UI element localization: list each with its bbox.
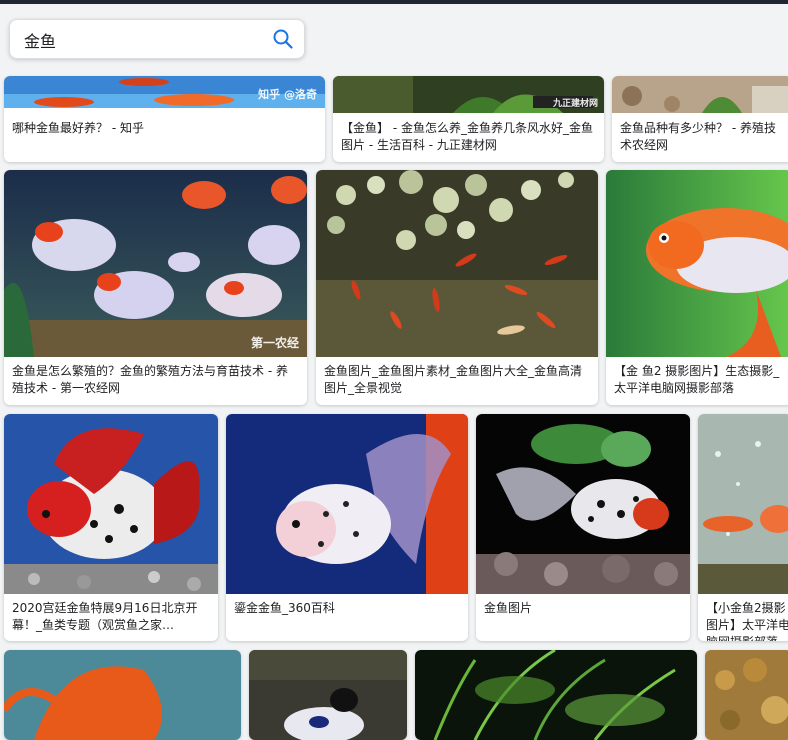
result-card[interactable]: 【金 鱼2 摄影图片】生态摄影_太平洋电脑网摄影部落	[606, 170, 788, 405]
result-thumbnail	[4, 414, 218, 594]
result-thumbnail	[249, 650, 407, 740]
search-input[interactable]	[22, 28, 266, 52]
result-card[interactable]: 第一农经 金鱼是怎么繁殖的？金鱼的繁殖方法与育苗技术 - 养殖技术 - 第一农经…	[4, 170, 307, 405]
result-card[interactable]: 金鱼图片_金鱼图片素材_金鱼图片大全_金鱼高清图片_全景视觉	[316, 170, 598, 405]
result-thumbnail	[606, 170, 788, 357]
result-card[interactable]: 金鱼品种有多少种？ - 养殖技术农经网	[612, 76, 788, 162]
result-thumbnail	[698, 414, 788, 594]
result-card[interactable]	[4, 650, 241, 740]
result-caption: 金鱼图片	[484, 601, 533, 615]
result-thumbnail	[612, 76, 788, 113]
result-caption: 2020宫廷金鱼特展9月16日北京开幕！_鱼类专题（观赏鱼之家…	[12, 601, 198, 632]
search-box[interactable]	[9, 19, 305, 59]
search-icon[interactable]	[272, 28, 294, 50]
result-thumbnail: 第一农经	[4, 170, 307, 357]
result-caption: 【金 鱼2 摄影图片】生态摄影_太平洋电脑网摄影部落	[614, 364, 780, 395]
result-card[interactable]: 【小金鱼2摄影图片】太平洋电脑网摄影部落	[698, 414, 788, 641]
result-thumbnail	[705, 650, 788, 740]
result-thumbnail: 知乎 @洛奇	[4, 76, 325, 108]
result-caption: 【小金鱼2摄影图片】太平洋电脑网摄影部落	[706, 601, 788, 641]
result-caption: 哪种金鱼最好养？ - 知乎	[12, 121, 144, 135]
result-caption: 【金鱼】 - 金鱼怎么养_金鱼养几条风水好_金鱼图片 - 生活百科 - 九正建材…	[341, 121, 593, 152]
result-thumbnail	[476, 414, 690, 594]
result-thumbnail: 九正建材网	[333, 76, 604, 113]
result-caption: 鎏金金鱼_360百科	[234, 601, 335, 615]
result-card[interactable]: 九正建材网 【金鱼】 - 金鱼怎么养_金鱼养几条风水好_金鱼图片 - 生活百科 …	[333, 76, 604, 162]
result-thumbnail	[4, 650, 241, 740]
result-card[interactable]: 鎏金金鱼_360百科	[226, 414, 468, 641]
result-caption: 金鱼图片_金鱼图片素材_金鱼图片大全_金鱼高清图片_全景视觉	[324, 364, 583, 395]
top-bar	[0, 0, 788, 4]
image-watermark: 知乎 @洛奇	[258, 88, 317, 101]
result-card[interactable]: 知乎 @洛奇 哪种金鱼最好养？ - 知乎	[4, 76, 325, 162]
image-watermark: 九正建材网	[552, 99, 598, 109]
result-thumbnail	[415, 650, 697, 740]
image-watermark: 第一农经	[250, 336, 299, 350]
result-card[interactable]	[415, 650, 697, 740]
result-card[interactable]	[249, 650, 407, 740]
result-card[interactable]: 2020宫廷金鱼特展9月16日北京开幕！_鱼类专题（观赏鱼之家…	[4, 414, 218, 641]
result-card[interactable]: 金鱼图片	[476, 414, 690, 641]
result-caption: 金鱼品种有多少种？ - 养殖技术农经网	[620, 121, 776, 152]
result-thumbnail	[316, 170, 598, 357]
result-thumbnail	[226, 414, 468, 594]
result-caption: 金鱼是怎么繁殖的？金鱼的繁殖方法与育苗技术 - 养殖技术 - 第一农经网	[12, 364, 288, 395]
result-card[interactable]	[705, 650, 788, 740]
